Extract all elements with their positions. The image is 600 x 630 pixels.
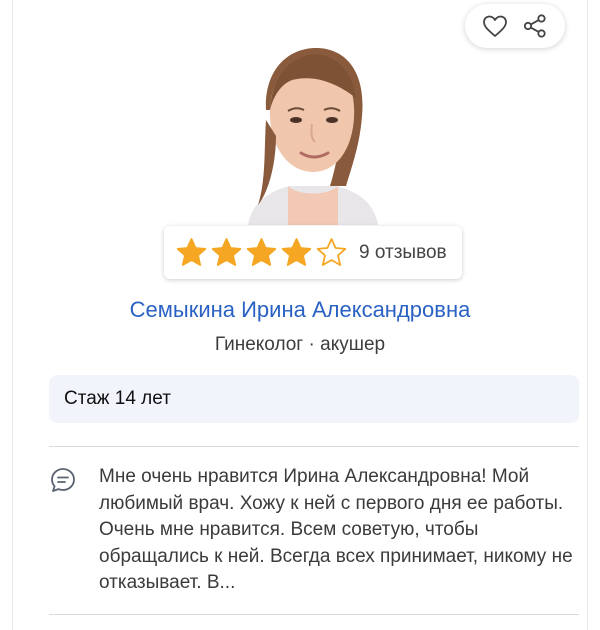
review-text: Мне очень нравится Ирина Александровна! …: [99, 466, 573, 593]
star-empty-icon: [316, 238, 347, 266]
star-filled-icon: [176, 238, 207, 266]
heart-icon[interactable]: [481, 12, 509, 40]
star-rating: [176, 237, 347, 268]
rating-box: 9 отзывов: [164, 226, 462, 279]
divider: [49, 614, 579, 615]
doctor-card: 9 отзывов Семыкина Ирина Александровна Г…: [12, 0, 588, 630]
star-filled-icon: [246, 238, 277, 266]
experience-text: Стаж 14 лет: [64, 388, 171, 409]
speech-bubble-icon: [49, 466, 77, 494]
star-filled-icon: [281, 238, 312, 266]
star-filled-icon: [211, 238, 242, 266]
doctor-specialty: Гинеколог · акушер: [214, 334, 386, 355]
divider: [49, 446, 579, 447]
experience-badge: Стаж 14 лет: [49, 375, 579, 423]
reviews-count-link[interactable]: 9 отзывов: [359, 242, 447, 264]
doctor-name[interactable]: Семыкина Ирина Александровна: [13, 297, 587, 323]
doctor-photo: [218, 40, 408, 225]
share-icon[interactable]: [521, 12, 549, 40]
card-actions: [465, 4, 565, 48]
